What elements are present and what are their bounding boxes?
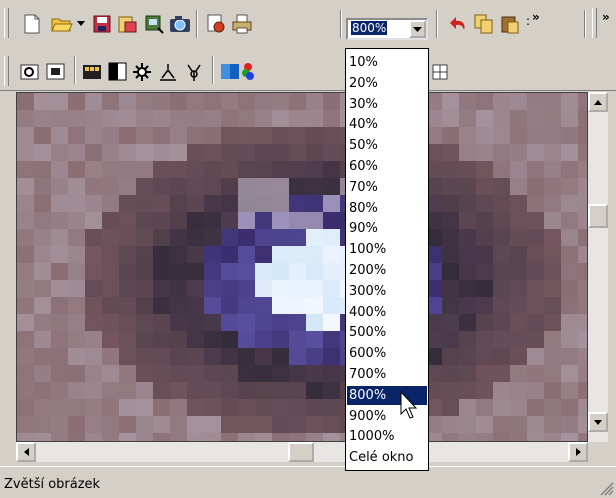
horizontal-scroll-thumb[interactable]: [288, 442, 314, 462]
toolbar-grip[interactable]: [4, 8, 9, 38]
zoomed-image[interactable]: [17, 93, 588, 442]
color-icon[interactable]: [218, 60, 242, 84]
effects-icon[interactable]: [182, 60, 206, 84]
vertical-scrollbar[interactable]: [588, 92, 608, 442]
rotate-icon[interactable]: [18, 60, 42, 84]
sharpen-icon[interactable]: [156, 60, 180, 84]
resize-grip-icon[interactable]: [600, 482, 614, 496]
zoom-combo-dropdown-button[interactable]: [409, 20, 426, 38]
zoom-option[interactable]: 600%: [347, 344, 427, 363]
save-icon[interactable]: [90, 12, 114, 36]
zoom-option[interactable]: 70%: [347, 178, 427, 197]
zoom-option[interactable]: 200%: [347, 261, 427, 280]
fit-icon[interactable]: [44, 60, 68, 84]
status-bar: Zvětší obrázek: [0, 466, 616, 498]
camera-icon[interactable]: [168, 12, 192, 36]
paste-icon[interactable]: [498, 12, 522, 36]
scroll-up-button[interactable]: [588, 92, 608, 112]
scroll-down-button[interactable]: [588, 412, 608, 432]
horizontal-scrollbar[interactable]: [16, 442, 588, 462]
scroll-left-button[interactable]: [16, 442, 36, 462]
filmstrip-icon[interactable]: [80, 60, 104, 84]
toolbar-grip-2[interactable]: [592, 8, 597, 38]
toolbar-overflow-chevron[interactable]: »: [532, 10, 540, 24]
zoom-option[interactable]: 10%: [347, 53, 427, 72]
zoom-option[interactable]: 700%: [347, 365, 427, 384]
zoom-combo-value[interactable]: 800%: [351, 21, 388, 35]
scroll-right-button[interactable]: [568, 442, 588, 462]
arrow-right-icon: [575, 448, 581, 456]
zoom-combo[interactable]: 800%: [346, 18, 428, 40]
print-preview-icon[interactable]: [204, 12, 228, 36]
zoom-option[interactable]: 40%: [347, 115, 427, 134]
scrollbar-corner: [588, 442, 616, 462]
image-viewport[interactable]: [16, 92, 588, 442]
zoom-option[interactable]: 100%: [347, 240, 427, 259]
grid-icon[interactable]: [428, 60, 452, 84]
left-frame: [0, 92, 16, 462]
zoom-option[interactable]: 300%: [347, 282, 427, 301]
open-folder-icon[interactable]: [50, 12, 74, 36]
contrast-icon[interactable]: [106, 60, 130, 84]
zoom-option[interactable]: Celé okno: [347, 448, 427, 467]
mouse-cursor-icon: [400, 391, 418, 419]
main-toolbar: 800% : » »: [0, 0, 616, 53]
arrow-left-icon: [23, 448, 29, 456]
open-dropdown-icon[interactable]: [74, 12, 88, 36]
scan-icon[interactable]: [142, 12, 166, 36]
zoom-option[interactable]: 400%: [347, 303, 427, 322]
channels-icon[interactable]: [242, 60, 254, 84]
zoom-option[interactable]: 1000%: [347, 427, 427, 446]
copy-icon[interactable]: [472, 12, 496, 36]
undo-icon[interactable]: [446, 12, 470, 36]
print-icon[interactable]: [230, 12, 254, 36]
arrow-down-icon: [594, 419, 602, 425]
zoom-option[interactable]: 60%: [347, 157, 427, 176]
zoom-option[interactable]: 30%: [347, 95, 427, 114]
save-as-icon[interactable]: [116, 12, 140, 36]
zoom-option[interactable]: 50%: [347, 136, 427, 155]
image-toolbar: [0, 52, 616, 91]
arrow-up-icon: [594, 99, 602, 105]
toolbar-overflow-chevron-2[interactable]: »: [602, 10, 610, 24]
zoom-option[interactable]: 500%: [347, 323, 427, 342]
new-document-icon[interactable]: [20, 12, 44, 36]
brightness-icon[interactable]: [130, 60, 154, 84]
chevron-down-icon: [413, 26, 422, 32]
toolbar-separator-dots: :: [526, 14, 530, 28]
toolbar-grip[interactable]: [4, 56, 9, 86]
right-frame: [608, 92, 616, 442]
zoom-option[interactable]: 80%: [347, 199, 427, 218]
vertical-scroll-thumb[interactable]: [588, 204, 608, 228]
zoom-option[interactable]: 90%: [347, 219, 427, 238]
zoom-option[interactable]: 20%: [347, 74, 427, 93]
status-text: Zvětší obrázek: [4, 477, 101, 492]
